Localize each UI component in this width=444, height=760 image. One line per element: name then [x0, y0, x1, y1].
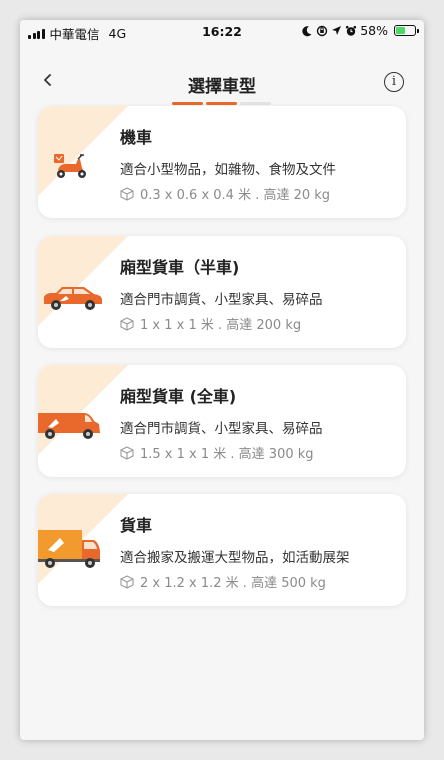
- box-icon: [120, 445, 134, 460]
- status-bar: 中華電信 4G 16:22 58%: [20, 20, 424, 44]
- vehicle-name: 機車: [120, 128, 153, 147]
- vehicle-name: 貨車: [120, 516, 153, 535]
- suv-icon: [44, 287, 102, 310]
- box-icon: [120, 316, 134, 331]
- card-corner-decoration: [38, 236, 128, 326]
- box-icon: [120, 574, 134, 589]
- vehicle-description: 適合搬家及搬運大型物品，如活動展架: [120, 550, 350, 566]
- vehicle-description: 適合小型物品，如雜物、食物及文件: [120, 162, 336, 178]
- battery-icon: [394, 25, 419, 36]
- page-title: 選擇車型: [188, 77, 256, 97]
- rotation-lock-icon: [317, 25, 328, 36]
- vehicle-card-half-van[interactable]: 廂型貨車（半車) 適合門市調貨、小型家具、易碎品 1 x 1 x 1 米 . 高…: [38, 236, 406, 348]
- vehicle-description: 適合門市調貨、小型家具、易碎品: [120, 292, 323, 308]
- battery-percent: 58%: [360, 23, 388, 38]
- nav-header: 選擇車型 i: [20, 44, 424, 108]
- vehicle-spec: 1.5 x 1 x 1 米 . 高達 300 kg: [120, 443, 314, 462]
- phone-screen: 中華電信 4G 16:22 58% 選擇車型 i 機車 適合小型物品，如雜物、食…: [20, 20, 424, 740]
- vehicle-card-full-van[interactable]: 廂型貨車 (全車) 適合門市調貨、小型家具、易碎品 1.5 x 1 x 1 米 …: [38, 365, 406, 477]
- moon-icon: [302, 25, 312, 36]
- vehicle-spec: 2 x 1.2 x 1.2 米 . 高達 500 kg: [120, 572, 326, 591]
- scooter-icon: [54, 154, 86, 178]
- vehicle-spec-text: 0.3 x 0.6 x 0.4 米 . 高達 20 kg: [140, 188, 331, 203]
- vehicle-spec-text: 2 x 1.2 x 1.2 米 . 高達 500 kg: [140, 576, 326, 591]
- progress-step: [206, 102, 237, 105]
- vehicle-card-truck[interactable]: 貨車 適合搬家及搬運大型物品，如活動展架 2 x 1.2 x 1.2 米 . 高…: [38, 494, 406, 606]
- info-icon[interactable]: i: [384, 72, 404, 92]
- truck-icon: [38, 530, 100, 568]
- progress-step: [240, 102, 271, 105]
- vehicle-spec-text: 1.5 x 1 x 1 米 . 高達 300 kg: [140, 447, 314, 462]
- vehicle-spec: 0.3 x 0.6 x 0.4 米 . 高達 20 kg: [120, 184, 330, 203]
- step-progress: [172, 102, 271, 105]
- vehicle-card-scooter[interactable]: 機車 適合小型物品，如雜物、食物及文件 0.3 x 0.6 x 0.4 米 . …: [38, 106, 406, 218]
- vehicle-spec: 1 x 1 x 1 米 . 高達 200 kg: [120, 314, 301, 333]
- vehicle-description: 適合門市調貨、小型家具、易碎品: [120, 421, 323, 437]
- location-icon: [332, 26, 342, 35]
- progress-step: [172, 102, 203, 105]
- vehicle-name: 廂型貨車（半車): [120, 258, 240, 277]
- vehicle-name: 廂型貨車 (全車): [120, 387, 237, 406]
- vehicle-spec-text: 1 x 1 x 1 米 . 高達 200 kg: [140, 318, 302, 333]
- van-icon: [38, 413, 100, 439]
- box-icon: [120, 186, 134, 201]
- alarm-icon: [346, 25, 357, 36]
